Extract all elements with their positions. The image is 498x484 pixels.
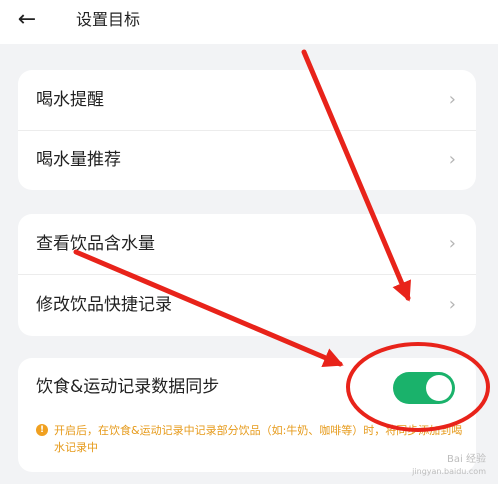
chevron-right-icon: › (448, 89, 456, 110)
sync-card: 饮食&运动记录数据同步 ! 开启后，在饮食&运动记录中记录部分饮品（如:牛奶、咖… (18, 358, 476, 472)
sync-toggle[interactable] (393, 372, 455, 404)
page-title: 设置目标 (76, 10, 141, 29)
list-item-edit-quick-record[interactable]: 修改饮品快捷记录 › (18, 275, 476, 335)
sync-label: 饮食&运动记录数据同步 (36, 377, 220, 397)
watermark-text: Bai 经验 (447, 454, 486, 465)
list-item-label: 喝水提醒 (36, 90, 104, 110)
toggle-knob (426, 375, 452, 401)
list-item-label: 修改饮品快捷记录 (36, 295, 172, 315)
sync-note: 开启后，在饮食&运动记录中记录部分饮品（如:牛奶、咖啡等）时，将同步添加到喝水记… (54, 424, 463, 454)
list-item-label: 查看饮品含水量 (36, 234, 155, 254)
info-icon: ! (36, 424, 48, 436)
arrow-left-icon[interactable]: ← (16, 8, 38, 32)
list-item-label: 喝水量推荐 (36, 150, 121, 170)
chevron-right-icon: › (448, 233, 456, 254)
watermark: Bai 经验 jingyan.baidu.com (412, 454, 486, 478)
list-item-water-recommendation[interactable]: 喝水量推荐 › (18, 130, 476, 190)
reminder-card: 喝水提醒 › 喝水量推荐 › (18, 70, 476, 190)
chevron-right-icon: › (448, 149, 456, 170)
list-item-drink-reminder[interactable]: 喝水提醒 › (18, 70, 476, 130)
list-item-drink-water-content[interactable]: 查看饮品含水量 › (18, 214, 476, 274)
chevron-right-icon: › (448, 294, 456, 315)
top-bar: ← 设置目标 (0, 0, 498, 44)
drinks-card: 查看饮品含水量 › 修改饮品快捷记录 › (18, 214, 476, 336)
watermark-site: jingyan.baidu.com (412, 467, 486, 476)
